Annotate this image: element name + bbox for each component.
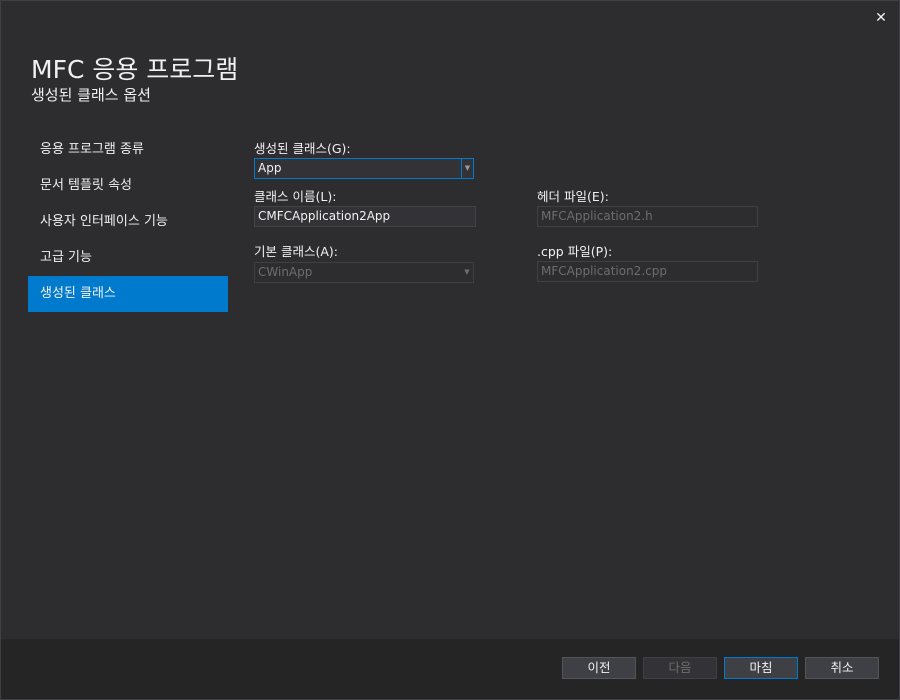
base-class-label: 기본 클래스(A): [254,244,338,259]
class-name-input[interactable]: CMFCApplication2App [254,206,476,227]
base-class-combo: CWinApp ▼ [254,262,474,283]
cpp-file-label: .cpp 파일(P): [537,244,613,259]
generated-classes-label: 생성된 클래스(G): [254,141,351,156]
generated-classes-combo[interactable]: App ▼ [254,158,474,179]
chevron-down-icon[interactable]: ▼ [461,159,473,178]
wizard-nav: 응용 프로그램 종류 문서 템플릿 속성 사용자 인터페이스 기능 고급 기능 … [28,132,228,312]
nav-item-application-type[interactable]: 응용 프로그램 종류 [28,132,228,168]
nav-item-generated-classes[interactable]: 생성된 클래스 [28,276,228,312]
header-file-label: 헤더 파일(E): [537,189,609,204]
generated-classes-value: App [258,161,282,175]
footer-bar: 이전 다음 마침 취소 [1,639,899,699]
nav-item-document-template[interactable]: 문서 템플릿 속성 [28,168,228,204]
dialog-window: ✕ MFC 응용 프로그램 생성된 클래스 옵션 응용 프로그램 종류 문서 템… [0,0,900,700]
close-icon[interactable]: ✕ [873,10,889,26]
nav-item-advanced-features[interactable]: 고급 기능 [28,240,228,276]
prev-button[interactable]: 이전 [562,657,636,679]
class-name-label: 클래스 이름(L): [254,189,337,204]
page-subtitle: 생성된 클래스 옵션 [31,86,151,104]
base-class-value: CWinApp [258,265,313,279]
cancel-button[interactable]: 취소 [805,657,879,679]
cpp-file-input: MFCApplication2.cpp [537,261,758,282]
finish-button[interactable]: 마침 [724,657,798,679]
next-button: 다음 [643,657,717,679]
chevron-down-icon: ▼ [464,268,470,276]
page-title: MFC 응용 프로그램 [31,55,239,84]
header-file-input: MFCApplication2.h [537,206,758,227]
nav-item-user-interface[interactable]: 사용자 인터페이스 기능 [28,204,228,240]
